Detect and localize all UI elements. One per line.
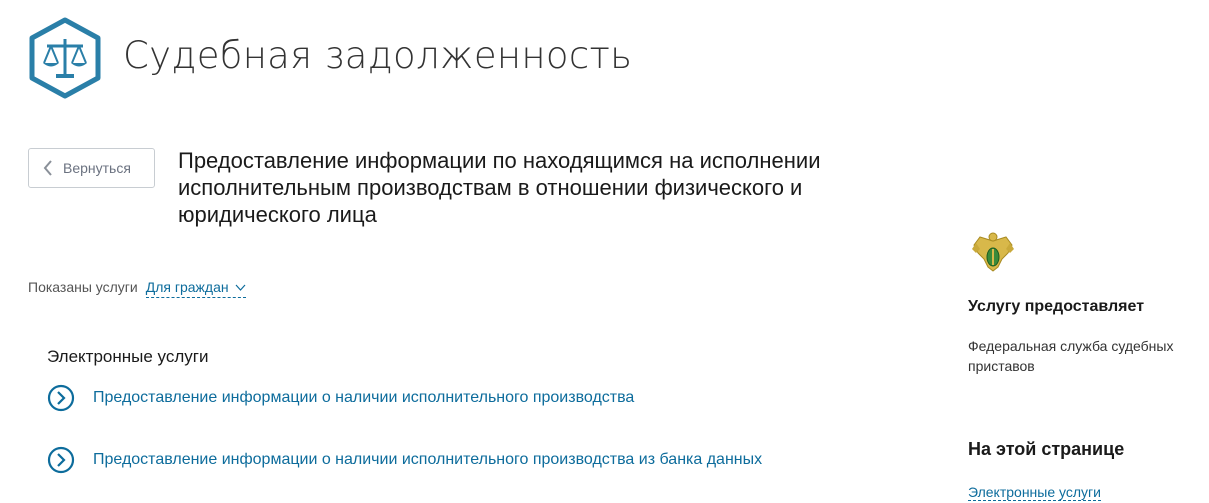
provider-heading: Услугу предоставляет bbox=[968, 298, 1145, 315]
service-title: Предоставление информации по находящимся… bbox=[178, 148, 821, 227]
service-link[interactable]: Предоставление информации о наличии испо… bbox=[47, 446, 762, 474]
logo-icon bbox=[27, 17, 103, 99]
service-link-label: Предоставление информации о наличии испо… bbox=[93, 389, 635, 406]
electronic-services-heading: Электронные услуги bbox=[47, 347, 209, 366]
audience-filter: Показаны услуги Для граждан bbox=[28, 279, 246, 298]
page-title: Судебная задолженность bbox=[123, 34, 633, 77]
audience-dropdown-value: Для граждан bbox=[145, 279, 229, 295]
circle-chevron-right-icon bbox=[47, 384, 75, 412]
service-link[interactable]: Предоставление информации о наличии испо… bbox=[47, 384, 634, 412]
scales-of-justice-icon bbox=[29, 17, 101, 99]
service-link-label: Предоставление информации о наличии испо… bbox=[93, 451, 763, 468]
back-button[interactable]: Вернуться bbox=[28, 148, 155, 188]
circle-chevron-right-icon bbox=[47, 446, 75, 474]
audience-dropdown[interactable]: Для граждан bbox=[145, 279, 246, 298]
back-button-label: Вернуться bbox=[63, 160, 131, 176]
provider-name: Федеральная служба судебных приставов bbox=[968, 338, 1174, 374]
fssp-emblem-icon bbox=[970, 231, 1016, 277]
chevron-left-icon bbox=[43, 160, 52, 176]
filter-label: Показаны услуги bbox=[28, 279, 138, 295]
on-page-link-electronic-services[interactable]: Электронные услуги bbox=[968, 484, 1101, 501]
chevron-down-icon bbox=[235, 284, 246, 291]
on-page-heading: На этой странице bbox=[968, 439, 1125, 459]
